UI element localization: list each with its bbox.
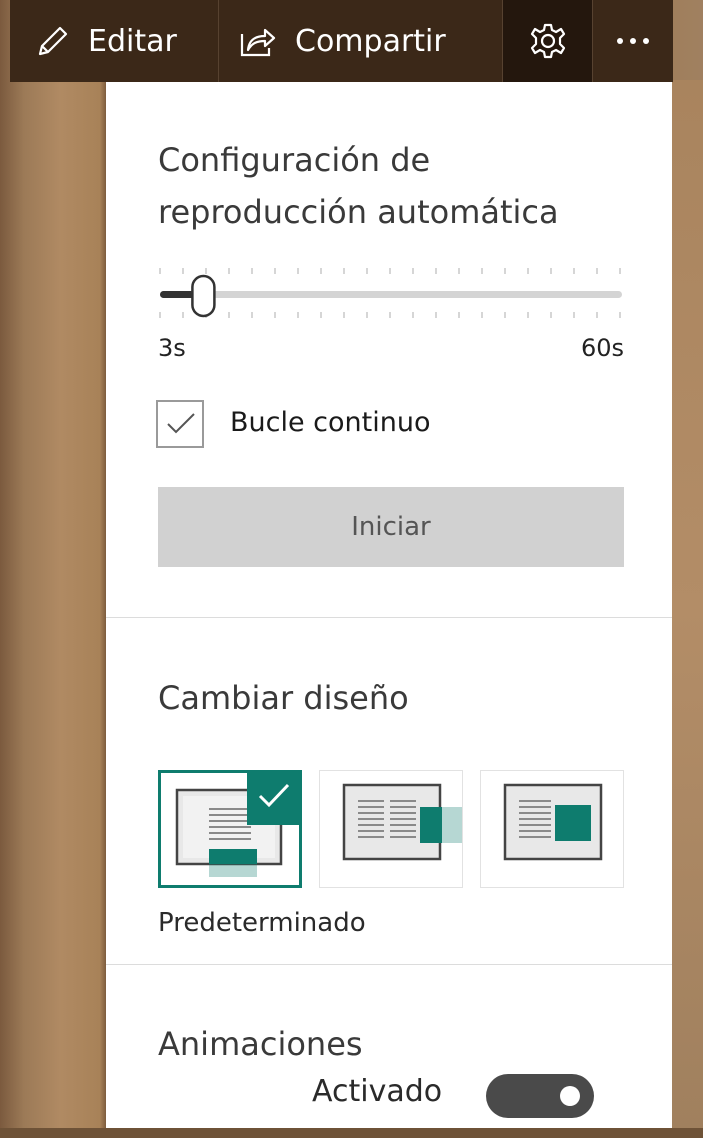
autoplay-settings-heading: Configuración de reproducción automática — [158, 141, 559, 231]
loop-label: Bucle continuo — [230, 407, 431, 438]
settings-panel: Configuración de reproducción automática — [106, 82, 672, 1128]
toggle-knob — [560, 1086, 580, 1106]
edit-button[interactable]: Editar — [10, 0, 218, 82]
checkmark-icon — [258, 783, 290, 808]
gear-icon — [530, 23, 565, 59]
layout-option-overlap[interactable] — [319, 770, 463, 888]
animations-heading: Animaciones — [158, 1025, 363, 1063]
animations-toggle-label: Activado — [312, 1074, 443, 1109]
settings-button[interactable] — [502, 0, 593, 82]
share-icon — [240, 28, 276, 57]
checkmark-icon — [167, 413, 195, 434]
interval-slider[interactable] — [158, 262, 624, 332]
animations-toggle[interactable] — [486, 1074, 594, 1118]
layout-side-by-side-icon — [503, 783, 603, 861]
layout-option-side-by-side[interactable] — [480, 770, 624, 888]
share-label: Compartir — [295, 23, 446, 59]
top-toolbar: Editar Compartir — [10, 0, 673, 82]
more-options-button[interactable] — [593, 0, 673, 82]
change-layout-heading: Cambiar diseño — [158, 679, 409, 717]
pencil-icon — [38, 26, 68, 56]
selected-layout-caption: Predeterminado — [158, 908, 366, 938]
selected-check-badge — [247, 770, 302, 825]
background-photo-bottom — [0, 1128, 703, 1138]
section-divider — [106, 964, 672, 965]
more-icon — [617, 38, 649, 44]
share-button[interactable]: Compartir — [218, 0, 502, 82]
layout-overlap-icon — [342, 783, 462, 861]
slider-max-label: 60s — [580, 334, 624, 362]
loop-checkbox[interactable] — [156, 400, 204, 448]
section-divider — [106, 617, 672, 618]
start-button[interactable]: Iniciar — [158, 487, 624, 567]
slider-thumb[interactable] — [191, 274, 216, 318]
background-photo-edge — [672, 80, 703, 1138]
slider-min-label: 3s — [158, 334, 186, 362]
edit-label: Editar — [88, 23, 177, 59]
layout-option-default[interactable] — [158, 770, 302, 888]
